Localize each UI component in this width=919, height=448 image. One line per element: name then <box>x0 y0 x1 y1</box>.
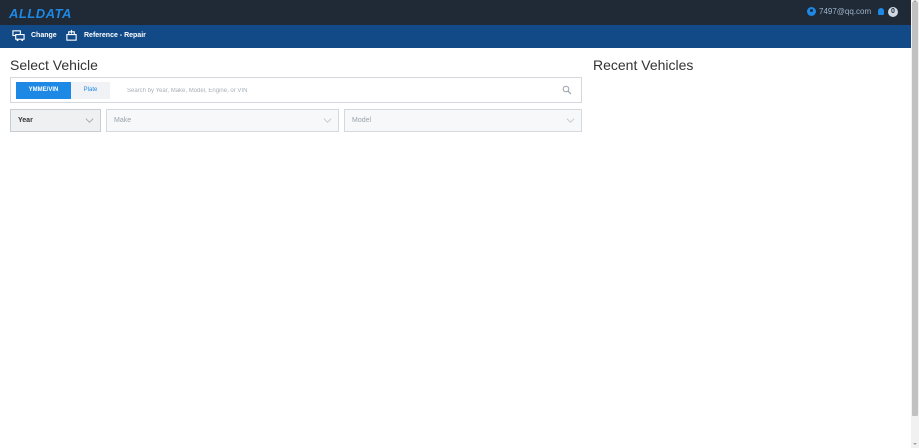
alldata-logo[interactable]: ALLDATA <box>9 6 72 21</box>
vehicle-search-input[interactable] <box>127 83 547 98</box>
chevron-down-icon <box>85 118 94 123</box>
user-account[interactable]: 7497@qq.com <box>807 7 871 16</box>
model-dropdown[interactable]: Model <box>344 109 582 132</box>
notification-badge[interactable]: 0 <box>888 7 898 17</box>
scrollbar-thumb[interactable] <box>912 2 918 416</box>
user-circle-icon <box>807 7 816 16</box>
reference-repair-label: Reference - Repair <box>84 32 146 39</box>
change-label: Change <box>31 32 57 39</box>
bell-icon[interactable] <box>878 8 884 15</box>
year-dropdown-label: Year <box>18 117 33 124</box>
page-scrollbar[interactable] <box>911 0 919 448</box>
search-icon[interactable] <box>562 85 572 95</box>
year-dropdown[interactable]: Year <box>10 109 101 132</box>
chevron-down-icon <box>323 118 332 123</box>
scroll-down-arrow[interactable] <box>913 443 917 445</box>
select-vehicle-title: Select Vehicle <box>10 57 98 73</box>
change-button[interactable]: Change <box>12 29 57 42</box>
reference-repair-button[interactable]: Reference - Repair <box>65 29 146 42</box>
nav-bar: Change Reference - Repair <box>0 25 911 48</box>
top-bar: ALLDATA 7497@qq.com 0 <box>0 0 911 25</box>
chevron-down-icon <box>566 118 575 123</box>
make-dropdown[interactable]: Make <box>106 109 339 132</box>
model-dropdown-label: Model <box>352 117 372 124</box>
user-email[interactable]: 7497@qq.com <box>819 7 871 16</box>
make-dropdown-label: Make <box>114 117 132 124</box>
vehicle-search-box: YMME/VIN Plate <box>10 77 582 103</box>
tab-plate[interactable]: Plate <box>71 82 110 99</box>
vehicle-change-icon <box>12 30 25 42</box>
recent-vehicles-title: Recent Vehicles <box>593 57 694 73</box>
reference-repair-icon <box>66 29 77 41</box>
tab-ymme-vin[interactable]: YMME/VIN <box>16 82 71 99</box>
